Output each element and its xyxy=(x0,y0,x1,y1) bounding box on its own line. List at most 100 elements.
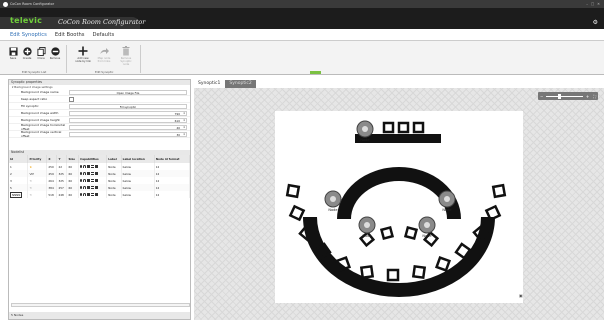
cell-priority[interactable]: ☆ xyxy=(27,184,48,191)
synoptic-background-image: Node Node Node Node Node xyxy=(275,111,523,303)
menu-defaults[interactable]: Defaults xyxy=(92,32,114,38)
menu-edit-synoptics[interactable]: Edit Synoptics xyxy=(10,32,47,38)
arrow-icon xyxy=(95,46,113,56)
node-label: Node xyxy=(360,138,369,142)
fill-synoptic-button[interactable]: Fill synoptic xyxy=(69,103,187,109)
cell-label-location[interactable]: below xyxy=(121,184,155,191)
table-row[interactable]: 5 ☆ 384 257 60 Node below 12 xyxy=(9,184,191,191)
horizontal-offset-input[interactable]: 40 ⬍ xyxy=(69,124,187,130)
col-x[interactable]: X xyxy=(46,155,58,163)
col-label-location[interactable]: Label location xyxy=(121,155,155,163)
cell-priority[interactable]: VIP xyxy=(27,170,48,177)
cell-capabilities xyxy=(78,191,108,198)
minimize-button[interactable]: – xyxy=(586,2,588,6)
cell-label: Node xyxy=(106,191,122,198)
list-icon xyxy=(90,178,94,182)
spinner-icon[interactable]: ⬍ xyxy=(183,119,185,123)
cell-x: 250 xyxy=(46,163,58,170)
window-title: CoCon Room Configurator xyxy=(10,2,55,6)
headphones-icon xyxy=(82,164,86,168)
headphones-icon xyxy=(82,192,86,196)
zoom-slider-thumb[interactable] xyxy=(558,93,562,99)
table-row[interactable]: 2 VIP 459 325 60 Node below 12 xyxy=(9,170,191,177)
microphone-icon xyxy=(80,178,82,182)
list-icon xyxy=(90,164,94,168)
node-marker-center xyxy=(424,222,430,228)
clone-button[interactable]: Clone xyxy=(34,46,48,60)
cell-priority[interactable]: ☆ xyxy=(27,191,48,198)
cell-y: 248 xyxy=(56,191,68,198)
vote-icon xyxy=(94,171,98,175)
table-row[interactable]: NNNN ☆ 518 248 60 Node below 12 xyxy=(9,191,191,198)
create-button[interactable]: Create xyxy=(20,46,34,60)
cell-label: Node xyxy=(106,163,122,170)
close-button[interactable]: ✕ xyxy=(597,2,600,6)
cell-label-location[interactable]: below xyxy=(121,177,155,184)
remove-button[interactable]: Remove xyxy=(48,46,62,60)
col-size[interactable]: Size xyxy=(66,155,80,163)
ribbon-separator xyxy=(66,45,67,73)
prop-fill-synoptic: Fill synoptic Fill synoptic xyxy=(9,103,190,110)
cell-priority[interactable]: ☆ xyxy=(27,177,48,184)
gear-icon[interactable]: ⚙ xyxy=(593,19,598,26)
open-image-file-button[interactable]: Open Image File xyxy=(69,89,187,95)
chair-icon xyxy=(403,225,419,241)
ribbon-separator xyxy=(140,45,141,73)
cell-label-location[interactable]: below xyxy=(121,170,155,177)
cell-node-id-format: 12 xyxy=(154,170,191,177)
resize-handle-icon[interactable]: ▣ xyxy=(519,293,523,298)
cell-priority[interactable]: ★ xyxy=(27,163,48,170)
cell-x: 459 xyxy=(46,170,58,177)
image-height-input[interactable]: 610 ⬍ xyxy=(69,117,187,123)
cell-x: 264 xyxy=(46,177,58,184)
map-node-from-links-button[interactable]: Map node from links xyxy=(95,46,113,63)
zoom-in-icon[interactable]: + xyxy=(586,94,589,99)
save-button[interactable]: Save xyxy=(6,46,20,60)
node-marker-center xyxy=(364,222,370,228)
col-capabilities[interactable]: Capabilities xyxy=(78,155,108,163)
zoom-fit-icon[interactable]: ⛶ xyxy=(593,94,596,99)
col-id[interactable]: Id xyxy=(9,155,29,163)
table-row[interactable]: 3 ☆ 264 325 60 Node below 12 xyxy=(9,177,191,184)
tab-synoptic2[interactable]: Synoptic2 xyxy=(225,80,256,88)
keep-aspect-ratio-checkbox[interactable] xyxy=(69,96,74,102)
televic-logo: televic xyxy=(10,16,43,25)
spinner-icon[interactable]: ⬍ xyxy=(183,133,185,137)
add-node-by-link-button[interactable]: Add new node by link xyxy=(74,46,92,63)
zoom-slider[interactable] xyxy=(546,93,583,99)
col-node-id-format[interactable]: Node id format xyxy=(154,155,191,163)
app-title: CoCon Room Configurator xyxy=(58,18,146,26)
col-y[interactable]: Y xyxy=(56,155,68,163)
col-label[interactable]: Label xyxy=(106,155,122,163)
vote-icon xyxy=(94,164,98,168)
maximize-button[interactable]: □ xyxy=(591,2,594,6)
camera-icon xyxy=(86,192,90,196)
spinner-icon[interactable]: ⬍ xyxy=(183,112,185,116)
node-id-editor[interactable]: NNNN xyxy=(10,191,23,198)
vote-icon xyxy=(94,178,98,182)
nodelist-table: Id Priority X Y Size Capabilities Label … xyxy=(9,155,191,198)
tab-synoptic1[interactable]: Synoptic1 xyxy=(194,80,225,88)
spinner-icon[interactable]: ⬍ xyxy=(183,126,185,130)
node-label: Node xyxy=(422,234,431,238)
ribbon-toolbar: Save Create Clone Remove Add new node by… xyxy=(0,40,604,75)
cell-label-location[interactable]: below xyxy=(121,163,155,170)
cell-y: 22 xyxy=(56,163,68,170)
accent-strip xyxy=(310,71,321,74)
remove-synoptic-node-button[interactable]: Remove Synoptic node xyxy=(117,46,135,66)
cell-label-location[interactable]: below xyxy=(121,191,155,198)
table-row[interactable]: 1 ★ 250 22 60 Node below 12 xyxy=(9,163,191,170)
cell-size: 60 xyxy=(66,184,80,191)
menu-edit-booths[interactable]: Edit Booths xyxy=(55,32,85,38)
vertical-offset-input[interactable]: 30 ⬍ xyxy=(69,131,187,137)
prop-vertical-offset: Background image vertical offset 30 ⬍ xyxy=(9,130,190,138)
cell-size: 60 xyxy=(66,191,80,198)
image-width-input[interactable]: 790 ⬍ xyxy=(69,110,187,116)
zoom-out-icon[interactable]: − xyxy=(540,94,543,99)
cell-x: 518 xyxy=(46,191,58,198)
cell-id: NNNN xyxy=(9,191,29,198)
horizontal-scrollbar[interactable] xyxy=(11,303,190,307)
col-priority[interactable]: Priority xyxy=(27,155,48,163)
window-titlebar: CoCon Room Configurator – □ ✕ xyxy=(0,0,604,8)
prop-background-image-name: Background image name Open Image File xyxy=(9,89,190,96)
